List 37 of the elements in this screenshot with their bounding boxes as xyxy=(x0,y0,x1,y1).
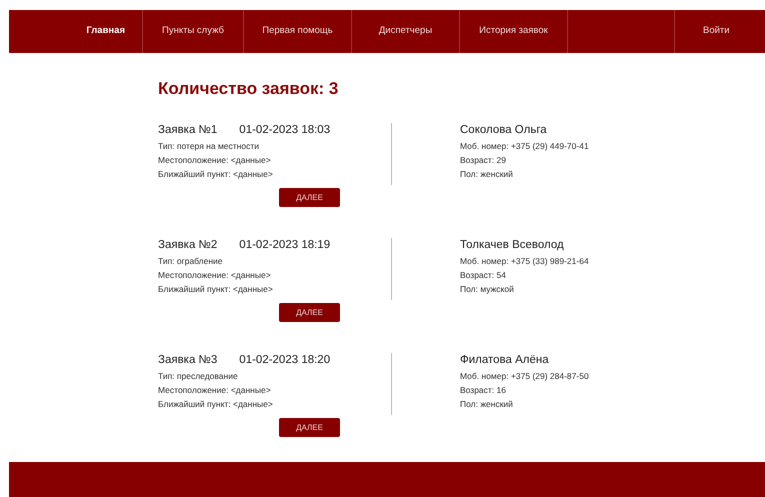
contact-phone: Моб. номер: +375 (29) 284-87-50 xyxy=(460,370,589,383)
request-nearest: Ближайший пункт: <данные> xyxy=(158,168,274,181)
contact-phone: Моб. номер: +375 (33) 989-21-64 xyxy=(460,255,589,268)
contact-age: Возраст: 54 xyxy=(460,269,507,282)
nav-link[interactable]: Диспетчеры xyxy=(352,10,460,53)
contact-name: Филатова Алёна xyxy=(460,353,550,368)
request-nearest: Ближайший пункт: <данные> xyxy=(158,398,274,411)
request-location: Местоположение: <данные> xyxy=(158,269,272,282)
next-button[interactable]: ДАЛЕЕ xyxy=(279,418,340,437)
nav-link[interactable]: Главная xyxy=(9,10,143,53)
request-datetime: 01-02-2023 18:20 xyxy=(239,353,330,368)
contact-phone: Моб. номер: +375 (29) 449-70-41 xyxy=(460,140,589,153)
login-link[interactable]: Войти xyxy=(675,10,730,53)
contact-sex: Пол: женский xyxy=(460,398,514,411)
request-location: Местоположение: <данные> xyxy=(158,384,272,397)
nav-link[interactable]: Пункты служб xyxy=(143,10,244,53)
request-type: Тип: потеря на местности xyxy=(158,140,260,153)
contact-sex: Пол: женский xyxy=(460,168,514,181)
contact-sex: Пол: мужской xyxy=(460,283,515,296)
request-title: Заявка №1 xyxy=(158,123,218,138)
request-title: Заявка №3 xyxy=(158,353,218,368)
next-button[interactable]: ДАЛЕЕ xyxy=(279,303,340,322)
request-nearest: Ближайший пункт: <данные> xyxy=(158,283,274,296)
nav-link[interactable]: История заявок xyxy=(460,10,568,53)
nav-link[interactable]: Первая помощь xyxy=(244,10,352,53)
request-type: Тип: ограбление xyxy=(158,255,224,268)
contact-age: Возраст: 16 xyxy=(460,384,507,397)
request-type: Тип: преследование xyxy=(158,370,239,383)
contact-age: Возраст: 29 xyxy=(460,154,507,167)
request-title: Заявка №2 xyxy=(158,238,218,253)
page-heading: Количество заявок: 3 xyxy=(158,78,340,100)
contact-name: Толкачев Всеволод xyxy=(460,238,565,253)
contact-name: Соколова Ольга xyxy=(460,123,548,138)
request-location: Местоположение: <данные> xyxy=(158,154,272,167)
next-button[interactable]: ДАЛЕЕ xyxy=(279,188,340,207)
request-datetime: 01-02-2023 18:03 xyxy=(239,123,330,138)
request-datetime: 01-02-2023 18:19 xyxy=(239,238,330,253)
